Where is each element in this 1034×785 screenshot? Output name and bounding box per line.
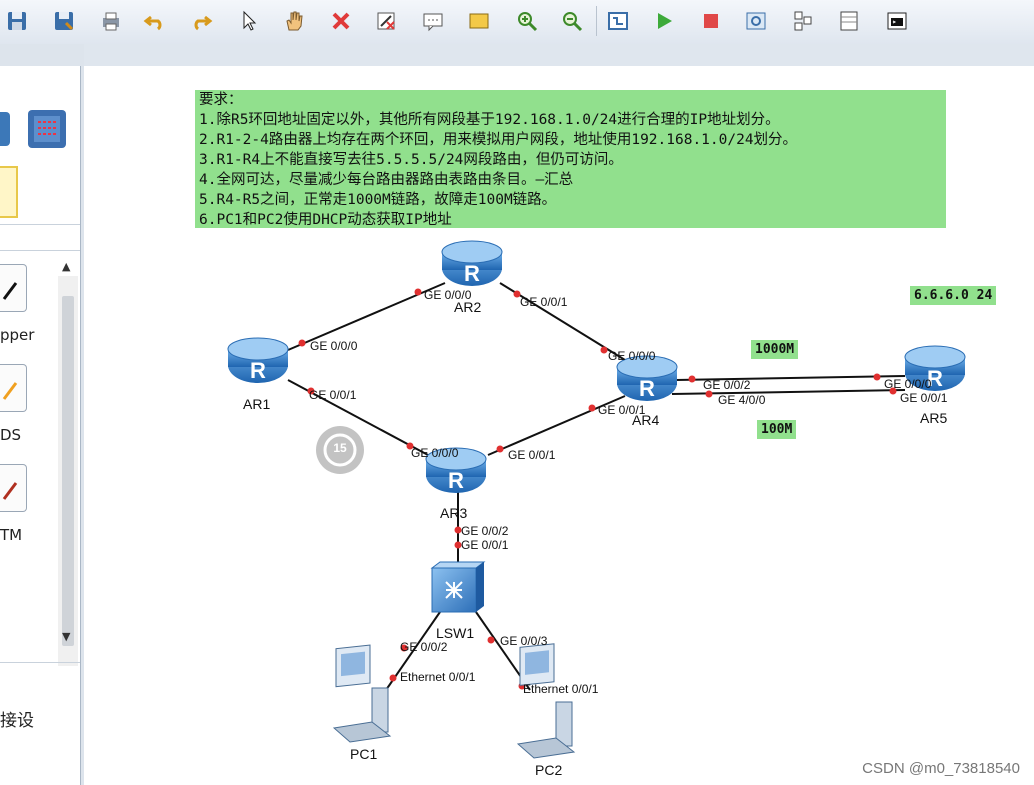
port-label: GE 0/0/1 (461, 538, 509, 552)
svg-text:R: R (639, 376, 655, 401)
port-label: GE 0/0/1 (900, 391, 948, 405)
device-name-pc1: PC1 (350, 746, 378, 762)
port-label: GE 0/0/1 (520, 295, 568, 309)
pc1-icon[interactable] (332, 644, 392, 743)
port-dot (487, 636, 495, 644)
port-dot (496, 445, 504, 453)
pc2-icon[interactable] (516, 643, 576, 759)
svg-text:R: R (464, 261, 480, 286)
router-ar1-icon[interactable]: R (227, 337, 289, 383)
link-tag-100m[interactable]: 100M (757, 420, 797, 439)
device-name-ar3: AR3 (440, 505, 468, 521)
device-name-pc2: PC2 (535, 762, 563, 778)
switch-lsw1-icon[interactable] (430, 561, 486, 613)
port-label: GE 0/0/0 (310, 339, 358, 353)
port-label: GE 0/0/2 (461, 524, 509, 538)
port-label: Ethernet 0/0/1 (400, 670, 476, 684)
device-name-ar1: AR1 (243, 396, 271, 412)
port-dot (389, 674, 397, 682)
port-label: GE 0/0/0 (608, 349, 656, 363)
port-dot (688, 375, 696, 383)
port-dot (588, 404, 596, 412)
port-label: GE 0/0/1 (508, 448, 556, 462)
port-label: GE 0/0/3 (500, 634, 548, 648)
port-label: GE 4/0/0 (718, 393, 766, 407)
network-tag-6-6-6-0[interactable]: 6.6.6.0 24 (910, 286, 997, 305)
watermark: CSDN @m0_73818540 (862, 760, 1020, 777)
device-name-lsw1: LSW1 (436, 625, 475, 641)
link-tag-1000m[interactable]: 1000M (751, 340, 799, 359)
replay-badge-number: 15 (333, 441, 347, 455)
port-label: GE 0/0/1 (309, 388, 357, 402)
topology-diagram: R R R R R (227, 240, 966, 759)
port-dot (873, 373, 881, 381)
port-dot (298, 339, 306, 347)
port-label: GE 0/0/0 (411, 446, 459, 460)
port-label: GE 0/0/2 (703, 378, 751, 392)
svg-text:R: R (448, 468, 464, 493)
port-label: GE 0/0/2 (400, 640, 448, 654)
port-dot (414, 288, 422, 296)
port-label: GE 0/0/0 (884, 377, 932, 391)
device-name-ar5: AR5 (920, 410, 948, 426)
port-label: Ethernet 0/0/1 (523, 682, 599, 696)
router-ar2-icon[interactable]: R (441, 240, 503, 286)
svg-text:R: R (250, 358, 266, 383)
port-dot (600, 346, 608, 354)
port-label: GE 0/0/1 (598, 403, 646, 417)
port-label: GE 0/0/0 (424, 288, 472, 302)
